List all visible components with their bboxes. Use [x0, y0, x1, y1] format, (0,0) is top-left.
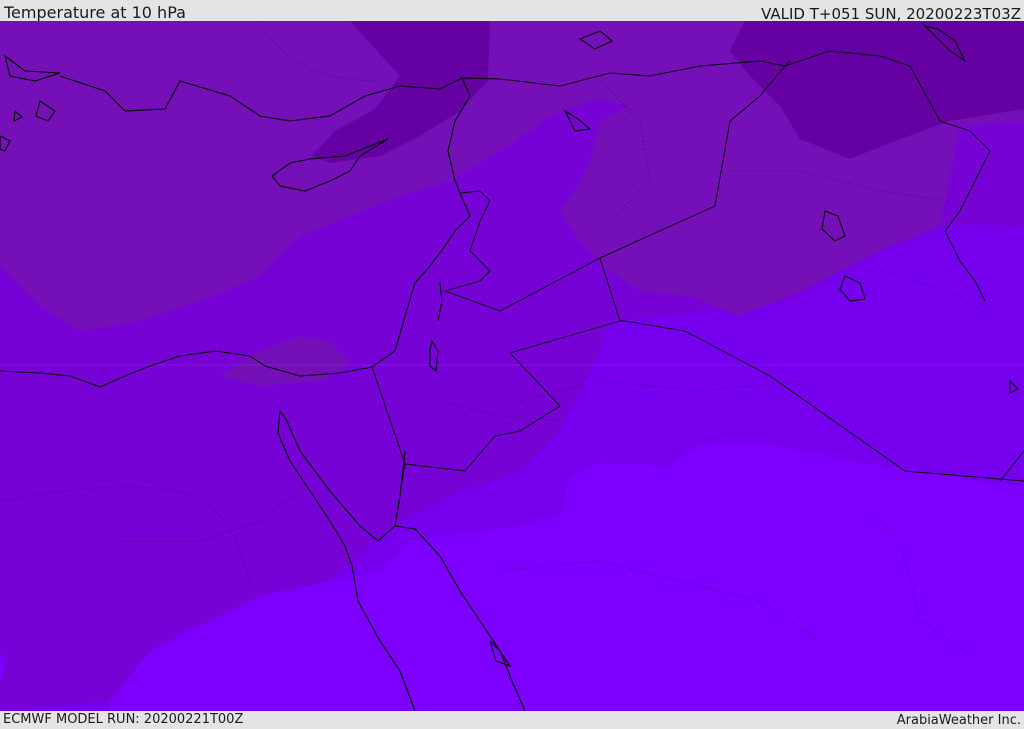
footer-bar: ECMWF MODEL RUN: 20200221T00Z ArabiaWeat…	[0, 711, 1024, 729]
map-title: Temperature at 10 hPa	[4, 3, 186, 22]
temperature-map[interactable]	[0, 21, 1024, 711]
model-run: ECMWF MODEL RUN: 20200221T00Z	[3, 712, 244, 727]
brand-credit: ArabiaWeather Inc.	[896, 713, 1021, 728]
header-bar: Temperature at 10 hPa VALID T+051 SUN, 2…	[0, 0, 1024, 23]
map-svg	[0, 21, 1024, 711]
